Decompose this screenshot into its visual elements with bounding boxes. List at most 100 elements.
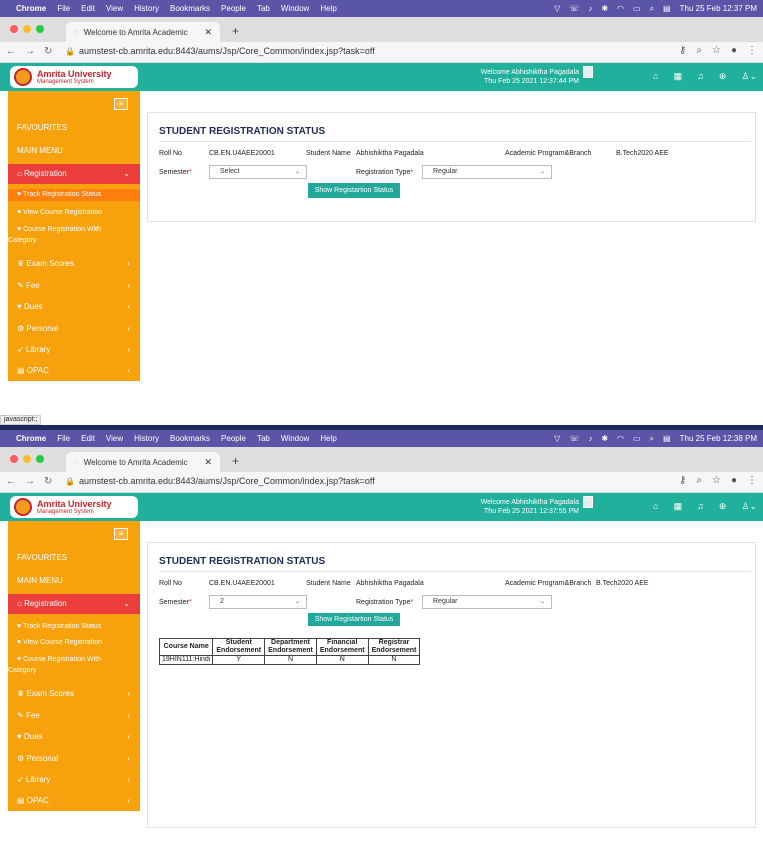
sidebar-item-fee[interactable]: ✎ Fee ‹	[8, 281, 140, 290]
sidebar-item-personal[interactable]: ⚙ Personal ‹	[8, 754, 140, 763]
menu-bookmarks[interactable]: Bookmarks	[170, 434, 210, 443]
phone-icon[interactable]: ☏	[569, 4, 579, 13]
battery-icon[interactable]: ▭	[633, 4, 641, 13]
sidebar-favourites[interactable]: FAVOURITES	[8, 123, 140, 132]
globe-icon[interactable]: ⊕	[719, 501, 727, 512]
maximize-window-icon[interactable]	[36, 455, 44, 463]
new-tab-icon[interactable]: +	[232, 24, 239, 38]
sidebar-item-opac[interactable]: ▤ OPAC ‹	[8, 796, 140, 805]
forward-icon[interactable]: →	[25, 476, 35, 487]
amrita-logo[interactable]: Amrita University Management System	[10, 496, 138, 518]
sidebar-main-menu[interactable]: MAIN MENU	[8, 576, 140, 585]
spotlight-search-icon[interactable]: ⌕	[650, 4, 654, 14]
sidebar-toggle-icon[interactable]: ≡	[114, 528, 128, 540]
menu-tab[interactable]: Tab	[257, 4, 270, 13]
vpn-icon[interactable]: ▽	[554, 4, 560, 13]
semester-select[interactable]: 2 ⌄	[209, 595, 307, 609]
bell-icon[interactable]: ♫	[697, 501, 704, 512]
close-window-icon[interactable]	[10, 455, 18, 463]
sidebar-item-exam-scores[interactable]: ♛ Exam Scores ‹	[8, 689, 140, 698]
sidebar-item-exam-scores[interactable]: ♛ Exam Scores ‹	[8, 259, 140, 268]
close-window-icon[interactable]	[10, 25, 18, 33]
key-icon[interactable]: ⚷	[679, 475, 686, 486]
kebab-menu-icon[interactable]: ⋮	[747, 475, 757, 486]
menubar-clock[interactable]: Thu 25 Feb 12:38 PM	[680, 434, 757, 443]
menu-bookmarks[interactable]: Bookmarks	[170, 4, 210, 13]
sidebar-subitem-view-course[interactable]: ♥ View Course Registration	[8, 209, 140, 216]
zoom-icon[interactable]: ⌕	[696, 475, 702, 486]
menu-view[interactable]: View	[106, 434, 123, 443]
menu-window[interactable]: Window	[281, 4, 309, 13]
bluetooth-icon[interactable]: ✱	[601, 434, 608, 443]
sidebar-subitem-track-registration[interactable]: ♥ Track Registration Status	[8, 623, 140, 630]
home-icon[interactable]: ⌂	[653, 501, 658, 512]
control-center-icon[interactable]: ▤	[663, 4, 671, 13]
wifi-icon[interactable]: ◠	[617, 434, 624, 443]
sidebar-subitem-view-course[interactable]: ♥ View Course Registration	[8, 639, 140, 646]
minimize-window-icon[interactable]	[23, 455, 31, 463]
menu-help[interactable]: Help	[320, 4, 336, 13]
minimize-window-icon[interactable]	[23, 25, 31, 33]
battery-icon[interactable]: ▭	[633, 434, 641, 443]
sidebar-subitem-category[interactable]: Category	[8, 667, 140, 674]
close-tab-icon[interactable]: ✕	[204, 27, 212, 38]
profile-icon[interactable]: ●	[731, 475, 737, 486]
bell-icon[interactable]: ♫	[697, 71, 704, 82]
sidebar-favourites[interactable]: FAVOURITES	[8, 553, 140, 562]
forward-icon[interactable]: →	[25, 46, 35, 57]
menu-edit[interactable]: Edit	[81, 434, 95, 443]
control-center-icon[interactable]: ▤	[663, 434, 671, 443]
amrita-logo[interactable]: Amrita University Management System	[10, 66, 138, 88]
sidebar-subitem-course-category[interactable]: ♥ Course Registration With	[8, 656, 140, 663]
bookmark-star-icon[interactable]: ☆	[712, 45, 721, 56]
menu-app[interactable]: Chrome	[16, 434, 46, 443]
sidebar-item-personal[interactable]: ⚙ Personal ‹	[8, 324, 140, 333]
phone-icon[interactable]: ☏	[569, 434, 579, 443]
maximize-window-icon[interactable]	[36, 25, 44, 33]
back-icon[interactable]: ←	[6, 476, 16, 487]
menu-view[interactable]: View	[106, 4, 123, 13]
zoom-icon[interactable]: ⌕	[696, 45, 702, 56]
menu-history[interactable]: History	[134, 4, 159, 13]
grid-icon[interactable]: ▦	[674, 501, 683, 512]
sidebar-item-fee[interactable]: ✎ Fee ‹	[8, 711, 140, 720]
kebab-menu-icon[interactable]: ⋮	[747, 45, 757, 56]
menu-people[interactable]: People	[221, 434, 246, 443]
key-icon[interactable]: ⚷	[679, 45, 686, 56]
user-icon[interactable]: ♙⌄	[741, 501, 757, 512]
browser-tab[interactable]: ◌ Welcome to Amrita Academic ✕	[66, 452, 220, 472]
sidebar-item-registration[interactable]: ⌂ Registration ⌄	[8, 164, 140, 184]
wifi-icon[interactable]: ◠	[617, 4, 624, 13]
url-field[interactable]: 🔒 aumstest-cb.amrita.edu:8443/aums/Jsp/Co…	[65, 46, 375, 56]
sidebar-subitem-track-registration[interactable]: ♥ Track Registration Status	[8, 189, 140, 201]
home-icon[interactable]: ⌂	[653, 71, 658, 82]
menubar-clock[interactable]: Thu 25 Feb 12:37 PM	[680, 4, 757, 13]
sidebar-item-dues[interactable]: ♥ Dues ‹	[8, 732, 140, 741]
sidebar-main-menu[interactable]: MAIN MENU	[8, 146, 140, 155]
reload-icon[interactable]: ↻	[44, 476, 52, 487]
menu-history[interactable]: History	[134, 434, 159, 443]
show-registration-status-button[interactable]: Show Registartion Status	[308, 613, 400, 626]
bookmark-star-icon[interactable]: ☆	[712, 475, 721, 486]
registration-type-select[interactable]: Regular ⌄	[422, 165, 552, 179]
sidebar-item-dues[interactable]: ♥ Dues ‹	[8, 302, 140, 311]
registration-type-select[interactable]: Regular ⌄	[422, 595, 552, 609]
globe-icon[interactable]: ⊕	[719, 71, 727, 82]
profile-icon[interactable]: ●	[731, 45, 737, 56]
back-icon[interactable]: ←	[6, 46, 16, 57]
menu-file[interactable]: File	[57, 4, 70, 13]
sidebar-item-opac[interactable]: ▤ OPAC ‹	[8, 366, 140, 375]
menu-people[interactable]: People	[221, 4, 246, 13]
volume-icon[interactable]: ♪	[588, 4, 592, 13]
menu-edit[interactable]: Edit	[81, 4, 95, 13]
url-field[interactable]: 🔒 aumstest-cb.amrita.edu:8443/aums/Jsp/Co…	[65, 476, 375, 486]
sidebar-item-registration[interactable]: ⌂ Registration ⌄	[8, 594, 140, 614]
volume-icon[interactable]: ♪	[588, 434, 592, 443]
new-tab-icon[interactable]: +	[232, 454, 239, 468]
menu-help[interactable]: Help	[320, 434, 336, 443]
sidebar-subitem-course-category[interactable]: ♥ Course Registration With	[8, 226, 140, 233]
menu-app[interactable]: Chrome	[16, 4, 46, 13]
show-registration-status-button[interactable]: Show Registartion Status	[308, 183, 400, 198]
sidebar-item-library[interactable]: ➶ Library ‹	[8, 345, 140, 354]
sidebar-item-library[interactable]: ➶ Library ‹	[8, 775, 140, 784]
